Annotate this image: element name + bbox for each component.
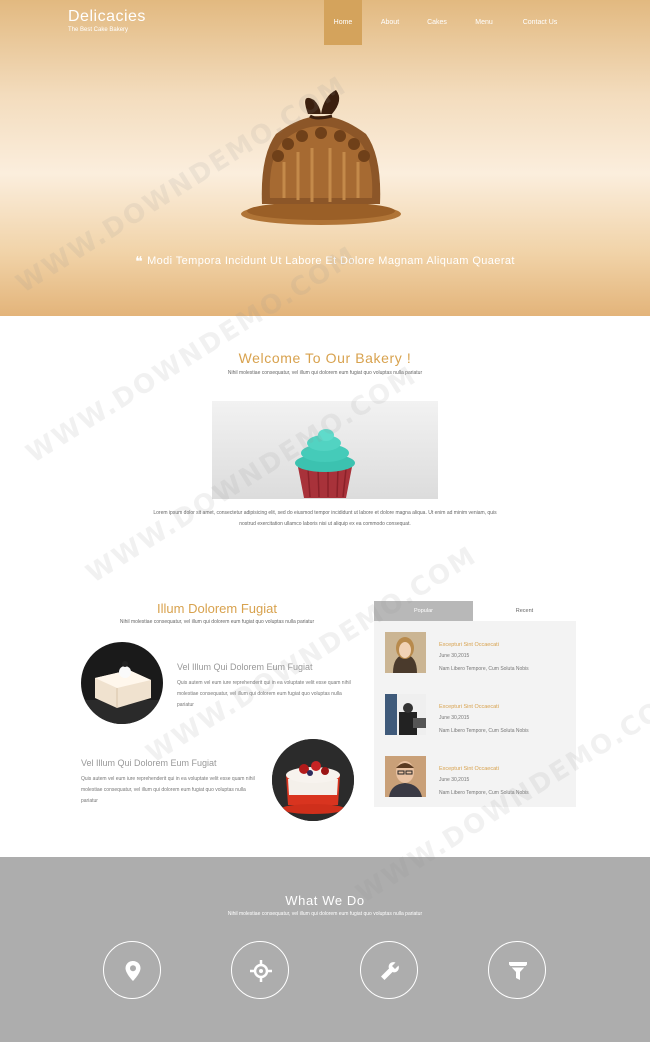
- tab-popular[interactable]: Popular: [374, 601, 473, 621]
- main-nav: Home About Cakes Menu Contact Us: [324, 0, 568, 45]
- post-date: June 30,2015: [439, 715, 470, 721]
- welcome-subtitle: Nihil molestiae consequatur, vel illum q…: [227, 370, 423, 376]
- hero-banner: Delicacies The Best Cake Bakery Home Abo…: [0, 0, 650, 316]
- post-text: Nam Libero Tempore, Cum Soluta Nobis: [439, 790, 529, 796]
- post-text: Nam Libero Tempore, Cum Soluta Nobis: [439, 666, 529, 672]
- post-item[interactable]: Excepturi Sint Occaecati June 30,2015 Na…: [385, 756, 570, 798]
- nav-contact[interactable]: Contact Us: [512, 0, 568, 45]
- post-thumbnail: [385, 632, 426, 673]
- nav-home[interactable]: Home: [324, 0, 362, 45]
- hero-quote-text: Modi Tempora Incidunt Ut Labore Et Dolor…: [147, 255, 515, 267]
- tab-panel-popular: Excepturi Sint Occaecati June 30,2015 Na…: [374, 621, 576, 807]
- welcome-body: Lorem ipsum dolor sit amet, consectetur …: [153, 510, 497, 527]
- nav-cakes[interactable]: Cakes: [418, 0, 456, 45]
- chocolate-cake-image: [241, 90, 401, 225]
- features-title: Illum Dolorem Fugiat: [157, 601, 277, 616]
- what-we-do-section: What We Do Nihil molestiae consequatur, …: [0, 857, 650, 1042]
- service-filter[interactable]: [488, 941, 546, 999]
- post-date: June 30,2015: [439, 777, 470, 783]
- tab-bar: Popular Recent: [374, 601, 576, 621]
- post-item[interactable]: Excepturi Sint Occaecati June 30,2015 Na…: [385, 694, 570, 736]
- post-title[interactable]: Excepturi Sint Occaecati: [439, 766, 499, 772]
- feature-cake-image-2: [272, 739, 354, 821]
- quote-icon: ❝: [135, 254, 144, 270]
- post-text: Nam Libero Tempore, Cum Soluta Nobis: [439, 728, 529, 734]
- brand[interactable]: Delicacies The Best Cake Bakery: [68, 8, 146, 33]
- tab-recent[interactable]: Recent: [473, 601, 576, 621]
- post-title[interactable]: Excepturi Sint Occaecati: [439, 642, 499, 648]
- nav-about[interactable]: About: [362, 0, 418, 45]
- post-title[interactable]: Excepturi Sint Occaecati: [439, 704, 499, 710]
- what-we-do-title: What We Do: [285, 893, 365, 908]
- service-target[interactable]: [231, 941, 289, 999]
- hero-quote: ❝ Modi Tempora Incidunt Ut Labore Et Dolo…: [0, 254, 650, 270]
- brand-subtitle: The Best Cake Bakery: [68, 27, 129, 33]
- welcome-title: Welcome To Our Bakery !: [238, 350, 412, 366]
- wrench-icon: [381, 962, 399, 980]
- features-subtitle: Nihil molestiae consequatur, vel illum q…: [119, 619, 315, 625]
- feature-title-1: Vel Illum Qui Dolorem Eum Fugiat: [177, 662, 313, 672]
- service-tools[interactable]: [360, 941, 418, 999]
- brand-title[interactable]: Delicacies: [68, 8, 146, 26]
- feature-text-1: Quis autem vel eum iure reprehenderit qu…: [177, 680, 351, 708]
- filter-icon: [509, 962, 527, 980]
- feature-cake-image-1: [81, 642, 163, 724]
- post-thumbnail: [385, 756, 426, 797]
- what-we-do-subtitle: Nihil molestiae consequatur, vel illum q…: [227, 911, 423, 917]
- nav-menu[interactable]: Menu: [456, 0, 512, 45]
- crosshair-icon: [250, 960, 272, 982]
- service-location[interactable]: [103, 941, 161, 999]
- map-marker-icon: [125, 961, 141, 981]
- feature-text-2: Quis autem vel eum iure reprehenderit qu…: [81, 776, 255, 804]
- post-date: June 30,2015: [439, 653, 470, 659]
- post-item[interactable]: Excepturi Sint Occaecati June 30,2015 Na…: [385, 632, 570, 674]
- feature-title-2: Vel Illum Qui Dolorem Eum Fugiat: [81, 758, 217, 768]
- post-thumbnail: [385, 694, 426, 735]
- cupcake-image: [212, 401, 438, 499]
